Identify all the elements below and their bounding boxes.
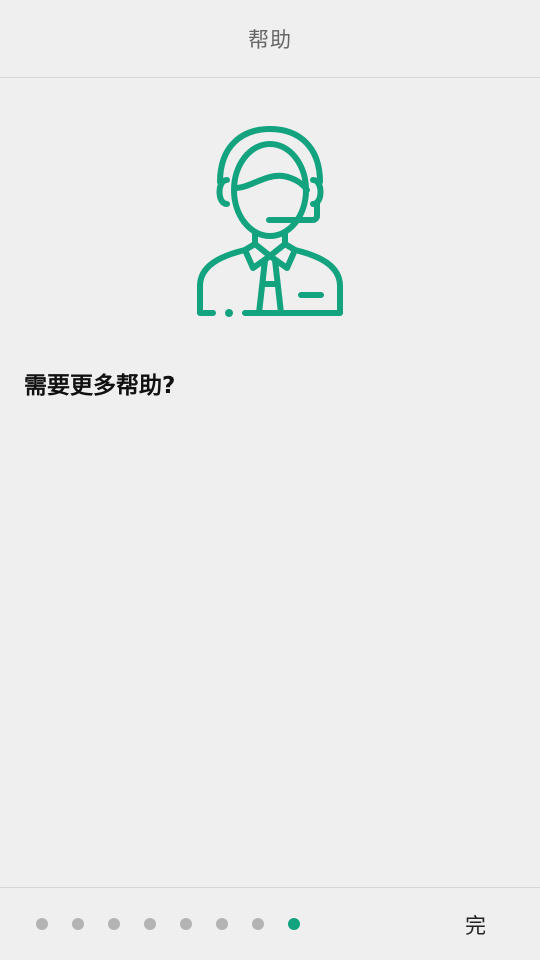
page-title: 帮助 xyxy=(248,27,292,52)
footer-bar: 完 xyxy=(0,887,540,960)
header-bar: 帮助 xyxy=(0,0,540,78)
page-dot-8-active[interactable] xyxy=(288,918,300,930)
help-headline: 需要更多帮助? xyxy=(24,373,176,399)
page-dot-7[interactable] xyxy=(252,918,264,930)
page-dot-6[interactable] xyxy=(216,918,228,930)
page-indicator xyxy=(36,918,300,930)
page-dot-2[interactable] xyxy=(72,918,84,930)
page-dot-4[interactable] xyxy=(144,918,156,930)
page-dot-5[interactable] xyxy=(180,918,192,930)
help-screen: 帮助 需要更多帮助? 完 xyxy=(0,0,540,960)
page-dot-3[interactable] xyxy=(108,918,120,930)
support-agent-icon xyxy=(195,124,345,320)
done-button[interactable]: 完 xyxy=(465,910,486,940)
page-dot-1[interactable] xyxy=(36,918,48,930)
